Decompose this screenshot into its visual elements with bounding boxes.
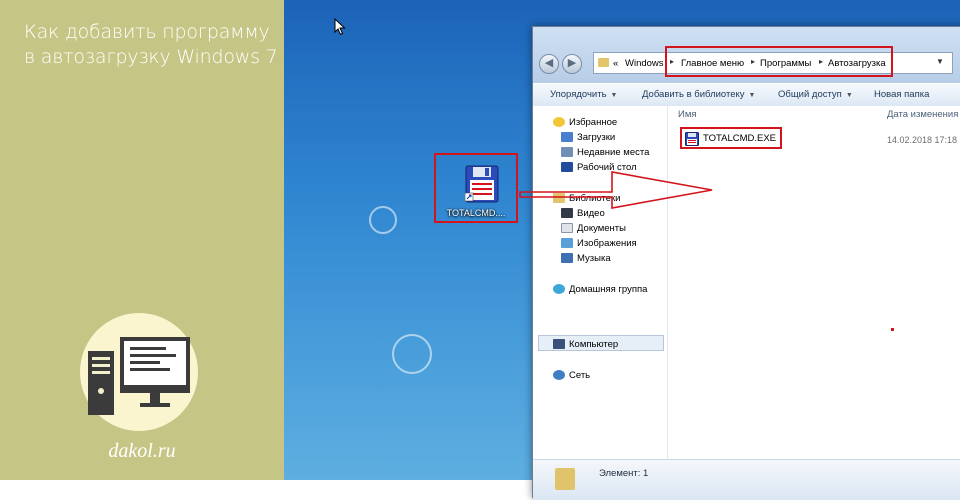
- desktop-icon: [561, 162, 573, 172]
- nav-desktop[interactable]: Рабочий стол: [561, 160, 637, 174]
- computer-icon: [553, 339, 565, 349]
- chevron-down-icon: ▼: [748, 92, 756, 99]
- nav-computer-label: Компьютер: [569, 338, 619, 350]
- documents-icon: [561, 223, 573, 233]
- nav-recent-label: Недавние места: [577, 146, 650, 158]
- address-highlight-frame: [665, 46, 893, 77]
- file-list: Имя Дата изменения TOTALCMD.EXE 14.02.20…: [668, 106, 960, 464]
- add-to-library-button[interactable]: Добавить в библиотеку ▼: [642, 89, 755, 100]
- computer-monitor-icon: [88, 337, 190, 415]
- star-icon: [553, 117, 565, 127]
- folder-icon: [598, 58, 609, 67]
- music-icon: [561, 253, 573, 263]
- nav-favorites[interactable]: Избранное: [553, 115, 617, 129]
- nav-recent[interactable]: Недавние места: [561, 145, 649, 159]
- status-item-count: Элемент: 1: [599, 468, 649, 479]
- forward-button[interactable]: ▶: [562, 54, 582, 74]
- file-row[interactable]: TOTALCMD.EXE: [680, 127, 782, 149]
- network-icon: [553, 370, 565, 380]
- explorer-titlebar: ◀ ▶ « Windows ▸ Главное меню ▸ Программы…: [533, 27, 960, 83]
- explorer-window: ◀ ▶ « Windows ▸ Главное меню ▸ Программы…: [532, 26, 960, 500]
- decor-bubble: [392, 334, 432, 374]
- nav-images[interactable]: Изображения: [561, 236, 637, 250]
- share-label: Общий доступ: [778, 89, 842, 100]
- new-folder-button[interactable]: Новая папка: [874, 89, 929, 100]
- file-date: 14.02.2018 17:18: [887, 135, 958, 145]
- file-name: TOTALCMD.EXE: [703, 133, 777, 144]
- floppy-disk-icon: [465, 165, 499, 203]
- nav-downloads-label: Загрузки: [577, 131, 616, 143]
- article-title-line-2: в автозагрузку Windows 7: [24, 46, 278, 68]
- nav-network[interactable]: Сеть: [553, 368, 590, 382]
- organize-button[interactable]: Упорядочить ▼: [550, 89, 617, 100]
- column-header-name[interactable]: Имя: [678, 109, 697, 120]
- article-title-line-1: Как добавить программу: [24, 21, 270, 43]
- nav-downloads[interactable]: Загрузки: [561, 130, 615, 144]
- homegroup-icon: [553, 284, 565, 294]
- nav-images-label: Изображения: [577, 237, 637, 249]
- nav-video[interactable]: Видео: [561, 206, 605, 220]
- folder-icon: [555, 468, 575, 490]
- downloads-icon: [561, 132, 573, 142]
- nav-music-label: Музыка: [577, 252, 611, 264]
- site-name: dakol.ru: [108, 440, 176, 462]
- add-to-library-label: Добавить в библиотеку: [642, 89, 745, 100]
- nav-documents[interactable]: Документы: [561, 221, 626, 235]
- breadcrumb-windows[interactable]: Windows: [625, 58, 664, 69]
- back-button[interactable]: ◀: [539, 54, 559, 74]
- site-logo: [80, 313, 198, 431]
- nav-computer[interactable]: Компьютер: [553, 337, 618, 351]
- share-button[interactable]: Общий доступ ▼: [778, 89, 853, 100]
- forward-arrow-icon: ▶: [567, 57, 577, 69]
- nav-documents-label: Документы: [577, 222, 626, 234]
- library-icon: [553, 193, 565, 203]
- nav-music[interactable]: Музыка: [561, 251, 611, 265]
- nav-network-label: Сеть: [569, 369, 591, 381]
- nav-desktop-label: Рабочий стол: [577, 161, 637, 173]
- address-overflow[interactable]: «: [613, 58, 618, 69]
- desktop-shortcut[interactable]: TOTALCMD....: [434, 153, 518, 223]
- organize-label: Упорядочить: [550, 89, 607, 100]
- images-icon: [561, 238, 573, 248]
- nav-homegroup[interactable]: Домашняя группа: [553, 282, 647, 296]
- floppy-disk-icon: [685, 132, 699, 146]
- desktop-shortcut-label: TOTALCMD....: [446, 208, 506, 218]
- decor-bubble: [369, 206, 397, 234]
- nav-video-label: Видео: [577, 207, 605, 219]
- article-title: Как добавить программу в автозагрузку Wi…: [24, 20, 280, 70]
- navigation-pane: Избранное Загрузки Недавние места Рабочи…: [533, 106, 668, 464]
- chevron-down-icon: ▼: [845, 92, 853, 99]
- back-arrow-icon: ◀: [544, 57, 554, 69]
- address-dropdown-icon[interactable]: ▼: [936, 57, 944, 66]
- column-header-date[interactable]: Дата изменения: [887, 109, 958, 120]
- nav-libraries[interactable]: Библиотеки: [553, 191, 620, 205]
- mouse-cursor-icon: [334, 18, 346, 36]
- nav-favorites-label: Избранное: [569, 116, 618, 128]
- left-info-panel: Как добавить программу в автозагрузку Wi…: [0, 0, 284, 480]
- recent-places-icon: [561, 147, 573, 157]
- command-bar: Упорядочить ▼ Добавить в библиотеку ▼ Общи…: [533, 83, 960, 107]
- video-icon: [561, 208, 573, 218]
- annotation-dot: [891, 328, 894, 331]
- nav-libraries-label: Библиотеки: [569, 192, 621, 204]
- chevron-down-icon: ▼: [610, 92, 618, 99]
- nav-homegroup-label: Домашняя группа: [569, 283, 648, 295]
